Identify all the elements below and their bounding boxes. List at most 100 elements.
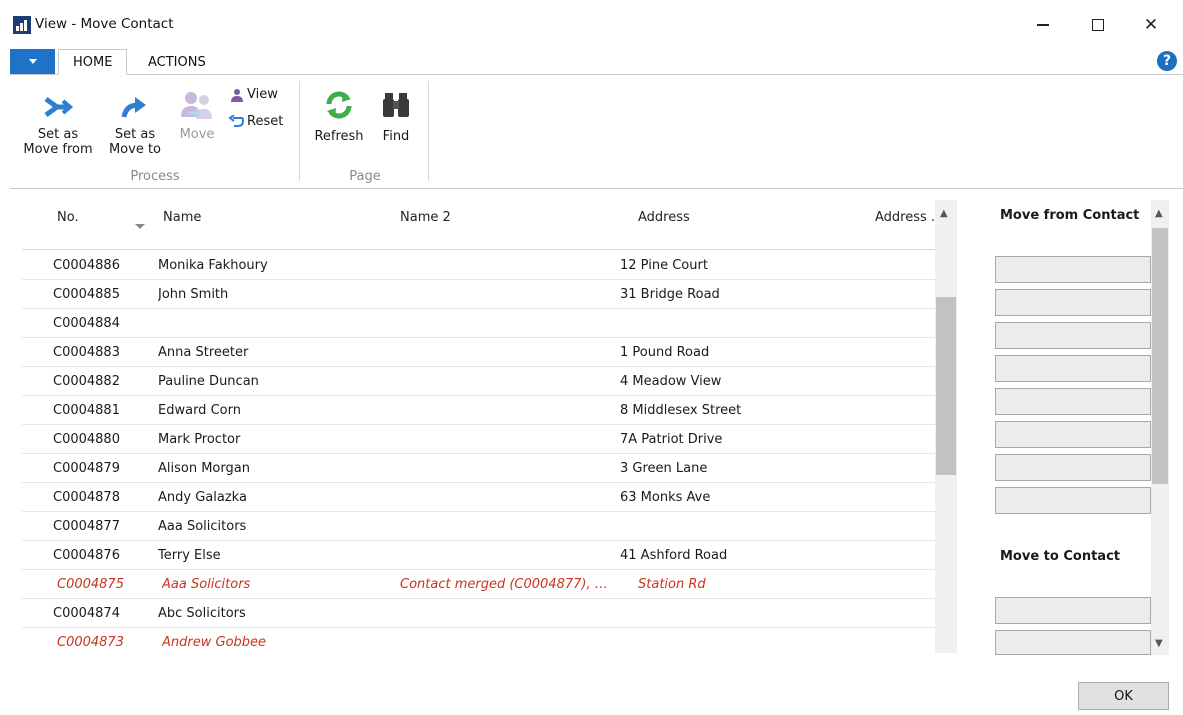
app-menu-button[interactable]: [10, 49, 55, 74]
table-row[interactable]: C0004883 Anna Streeter 1 Pound Road: [22, 338, 935, 367]
table-row[interactable]: C0004874 Abc Solicitors: [22, 599, 935, 628]
maximize-icon: [1092, 19, 1104, 31]
cell-name: Andy Galazka: [158, 490, 247, 505]
move-users-icon: [181, 92, 212, 119]
table-row[interactable]: C0004876 Terry Else 41 Ashford Road: [22, 541, 935, 570]
cell-name: Edward Corn: [158, 403, 241, 418]
move-from-contact-title: Move from Contact: [1000, 208, 1140, 223]
binoculars-icon: [383, 93, 409, 117]
app-icon: [13, 16, 31, 34]
scroll-up-icon[interactable]: ▲: [940, 208, 948, 219]
group-separator: [428, 81, 429, 181]
undo-icon: [228, 114, 244, 127]
move-from-field[interactable]: [995, 322, 1151, 349]
dropdown-icon: [28, 59, 37, 64]
grid-scroll-thumb[interactable]: [936, 297, 956, 475]
table-row[interactable]: C0004885 John Smith 31 Bridge Road: [22, 280, 935, 309]
cell-name: Aaa Solicitors: [162, 577, 251, 592]
table-row[interactable]: C0004877 Aaa Solicitors: [22, 512, 935, 541]
grid-scrollbar[interactable]: ▲: [935, 200, 957, 653]
side-scroll-thumb[interactable]: [1152, 228, 1168, 484]
column-header-name[interactable]: Name: [163, 210, 201, 225]
cell-name: Andrew Gobbee: [162, 635, 267, 650]
move-from-field[interactable]: [995, 256, 1151, 283]
cell-name2: Contact merged (C0004877), D...: [400, 577, 615, 592]
cell-name: Mark Proctor: [158, 432, 241, 447]
reset-button[interactable]: Reset: [228, 114, 283, 129]
table-row[interactable]: C0004880 Mark Proctor 7A Patriot Drive: [22, 425, 935, 454]
move-from-field[interactable]: [995, 454, 1151, 481]
scroll-down-icon[interactable]: ▼: [1155, 638, 1163, 649]
cell-no: C0004873: [57, 635, 124, 650]
minimize-icon: [1037, 24, 1049, 26]
move-button[interactable]: Move: [174, 89, 220, 142]
cell-no: C0004874: [53, 606, 120, 621]
tab-actions[interactable]: ACTIONS: [134, 49, 220, 75]
cell-address: 41 Ashford Road: [620, 548, 728, 563]
cell-no: C0004885: [53, 287, 120, 302]
cell-address: 63 Monks Ave: [620, 490, 711, 505]
column-header-no[interactable]: No.: [57, 210, 79, 225]
cell-name: Anna Streeter: [158, 345, 249, 360]
move-label: Move: [179, 127, 215, 142]
cell-no: C0004884: [53, 316, 120, 331]
move-from-field[interactable]: [995, 487, 1151, 514]
cell-name: John Smith: [158, 287, 229, 302]
move-to-field[interactable]: [995, 630, 1151, 655]
column-header-name2[interactable]: Name 2: [400, 210, 451, 225]
table-row[interactable]: C0004884: [22, 309, 935, 338]
cell-address: 31 Bridge Road: [620, 287, 720, 302]
cell-name: Pauline Duncan: [158, 374, 259, 389]
window-title: View - Move Contact: [35, 16, 174, 32]
table-row[interactable]: C0004878 Andy Galazka 63 Monks Ave: [22, 483, 935, 512]
move-to-contact-title: Move to Contact: [1000, 549, 1120, 564]
move-to-field[interactable]: [995, 597, 1151, 624]
ok-button[interactable]: OK: [1078, 682, 1169, 710]
arrow-right-icon: [44, 96, 73, 118]
cell-address: 12 Pine Court: [620, 258, 708, 273]
move-from-field[interactable]: [995, 421, 1151, 448]
cell-no: C0004886: [53, 258, 120, 273]
cell-no: C0004880: [53, 432, 120, 447]
cell-name: Monika Fakhoury: [158, 258, 268, 273]
table-row[interactable]: C0004879 Alison Morgan 3 Green Lane: [22, 454, 935, 483]
column-header-address2[interactable]: Address .: [875, 210, 935, 225]
cell-no: C0004883: [53, 345, 120, 360]
contact-list: C0004886 Monika Fakhoury 12 Pine Court C000…: [22, 251, 935, 653]
cell-no: C0004877: [53, 519, 120, 534]
scroll-up-icon[interactable]: ▲: [1155, 208, 1163, 219]
column-header-address[interactable]: Address: [638, 210, 690, 225]
cell-address: 8 Middlesex Street: [620, 403, 742, 418]
set-move-from-label: Set as Move from: [23, 127, 93, 157]
move-from-field[interactable]: [995, 355, 1151, 382]
cell-name: Alison Morgan: [158, 461, 250, 476]
help-icon[interactable]: ?: [1157, 51, 1177, 71]
group-process-label: Process: [130, 169, 180, 184]
arrow-right-icon: [121, 97, 146, 118]
title-bar: View - Move Contact ✕: [0, 0, 1183, 46]
cell-no: C0004876: [53, 548, 120, 563]
close-button[interactable]: ✕: [1128, 10, 1174, 40]
cell-name: Abc Solicitors: [158, 606, 246, 621]
maximize-button[interactable]: [1075, 10, 1121, 40]
find-button[interactable]: Find: [374, 89, 418, 144]
table-row[interactable]: C0004886 Monika Fakhoury 12 Pine Court: [22, 251, 935, 280]
view-button[interactable]: View: [230, 87, 278, 102]
group-page-label: Page: [349, 169, 381, 184]
sort-descending-icon: [135, 224, 145, 229]
move-from-field[interactable]: [995, 388, 1151, 415]
minimize-button[interactable]: [1020, 10, 1066, 40]
cell-address: 1 Pound Road: [620, 345, 710, 360]
table-row[interactable]: C0004881 Edward Corn 8 Middlesex Street: [22, 396, 935, 425]
move-from-field[interactable]: [995, 289, 1151, 316]
set-move-from-button[interactable]: Set as Move from: [18, 93, 98, 157]
side-panel-scrollbar[interactable]: ▲ ▼: [1151, 200, 1169, 655]
table-row[interactable]: C0004882 Pauline Duncan 4 Meadow View: [22, 367, 935, 396]
ribbon: Set as Move from Set as Move to Move Vie…: [10, 74, 1183, 189]
table-row[interactable]: C0004875 Aaa Solicitors Contact merged (C0…: [22, 570, 935, 599]
table-row[interactable]: C0004873 Andrew Gobbee: [22, 628, 935, 653]
refresh-button[interactable]: Refresh: [312, 89, 366, 144]
tab-home[interactable]: HOME: [58, 49, 128, 75]
cell-no: C0004878: [53, 490, 120, 505]
set-move-to-button[interactable]: Set as Move to: [102, 93, 168, 157]
